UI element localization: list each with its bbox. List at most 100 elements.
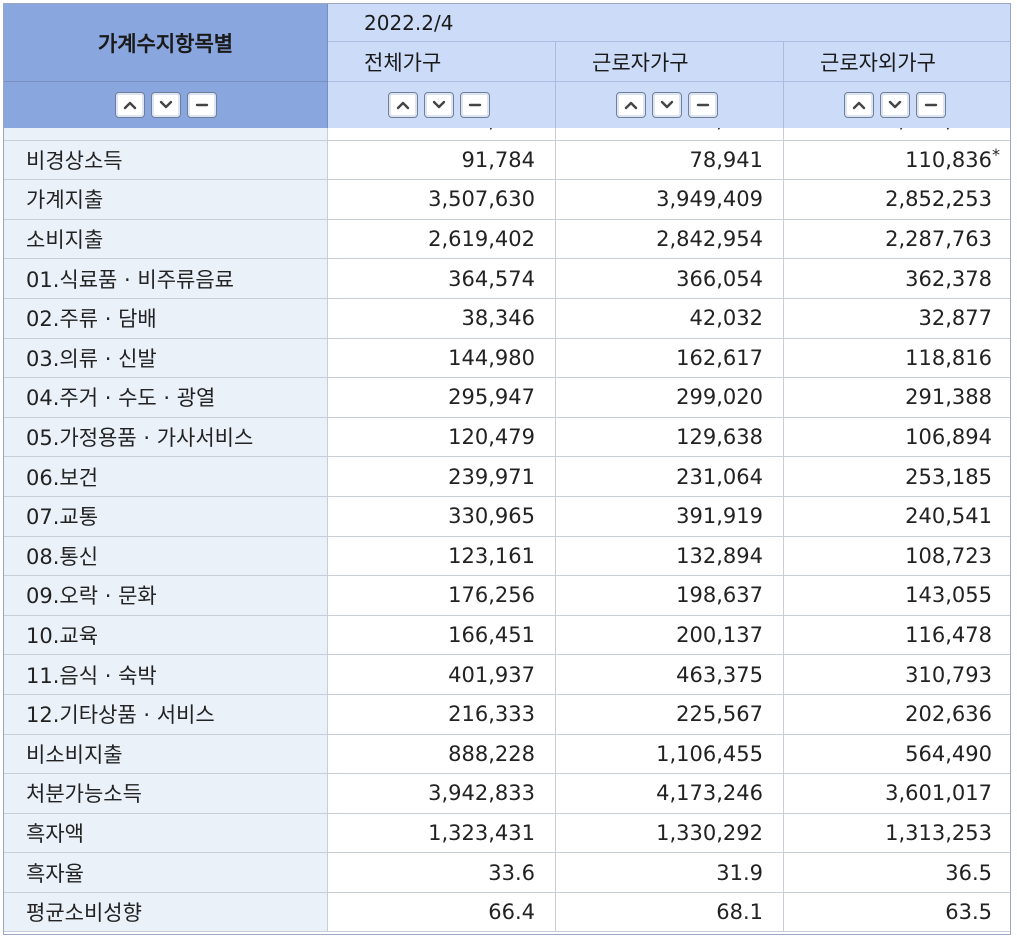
sort-up-button[interactable] bbox=[616, 92, 646, 118]
table-row: 처분가능소득 3,942,833 4,173,246 3,601,017 bbox=[4, 774, 1010, 814]
cell-value: 33.6 bbox=[488, 860, 535, 885]
cell-value: 463,375 bbox=[676, 662, 763, 687]
row-label: 03.의류 · 신발 bbox=[4, 338, 328, 378]
cell: 1,313,253 bbox=[784, 814, 1010, 853]
sort-down-button[interactable] bbox=[880, 92, 910, 118]
cell-value: 291,388 bbox=[905, 385, 992, 410]
cell: 42,032 bbox=[556, 298, 784, 338]
cell: 362,378 bbox=[784, 259, 1010, 298]
stub-remove-button[interactable] bbox=[186, 92, 217, 118]
column-header-label: 근로자외가구 bbox=[820, 50, 936, 75]
cell: 110,836 * bbox=[784, 141, 1010, 180]
cell: 32,877 bbox=[784, 299, 1010, 338]
cell-value: 2,619,402 bbox=[428, 227, 535, 252]
cell: 401,937 bbox=[328, 655, 556, 694]
stub-sort-down-button[interactable] bbox=[150, 92, 181, 118]
cell-value: 3,601,017 bbox=[885, 781, 992, 806]
cell: 2,619,402 bbox=[328, 219, 556, 259]
cell-value: 110,836 bbox=[905, 147, 992, 172]
row-label: 02.주류 · 담배 bbox=[4, 298, 328, 338]
cell-value: 310,793 bbox=[905, 662, 992, 687]
cell-value: 198,637 bbox=[676, 583, 763, 608]
remove-column-button[interactable] bbox=[460, 92, 490, 118]
cell: 66.4 bbox=[328, 892, 556, 932]
sort-down-button[interactable] bbox=[424, 92, 454, 118]
chevron-up-icon bbox=[396, 101, 410, 110]
cell-value: 401,937 bbox=[448, 662, 535, 687]
sort-up-button[interactable] bbox=[844, 92, 874, 118]
table-row: 흑자율 33.6 31.9 36.5 bbox=[4, 853, 1010, 893]
cell-value: 120,479 bbox=[448, 425, 535, 450]
cell: 144,980 bbox=[328, 338, 556, 378]
cell-value: 1,330,292 bbox=[656, 820, 763, 845]
cell: 78,941 bbox=[556, 140, 784, 180]
cell-value: 330,965 bbox=[448, 504, 535, 529]
column-controls-worker-households bbox=[556, 82, 784, 128]
cell: 202,636 bbox=[784, 695, 1010, 734]
cell: 295,947 bbox=[328, 378, 556, 417]
cell: 176,256 bbox=[328, 576, 556, 615]
cell-value: 216,333 bbox=[448, 702, 535, 727]
cell: 3,601,017 bbox=[784, 774, 1010, 813]
cell-value: 144,980 bbox=[448, 345, 535, 370]
cell: 216,333 bbox=[328, 694, 556, 734]
footnote-mark: * bbox=[992, 144, 1000, 164]
table-row: 흑자액 1,323,431 1,330,292 1,313,253 bbox=[4, 813, 1010, 854]
cell-value: 299,020 bbox=[676, 385, 763, 410]
cell: 200,137 bbox=[556, 615, 784, 655]
cell-value: 3,507,630 bbox=[428, 187, 535, 212]
row-label: 소비지출 bbox=[4, 219, 328, 259]
cell: 564,490 bbox=[784, 735, 1010, 774]
cell-value: 129,638 bbox=[676, 425, 763, 450]
cell: 31.9 bbox=[556, 853, 784, 892]
cell-value: 253,185 bbox=[905, 464, 992, 489]
cell: 1,330,292 bbox=[556, 813, 784, 853]
column-controls-non-worker-households bbox=[784, 82, 1010, 128]
cell: 1,323,431 bbox=[328, 813, 556, 853]
cell-value: 202,636 bbox=[905, 702, 992, 727]
cell-value: 123,161 bbox=[448, 543, 535, 568]
table-row: 소비지출 2,619,402 2,842,954 2,287,763 bbox=[4, 219, 1010, 260]
cell: 364,574 bbox=[328, 259, 556, 298]
cell-value: 108,723 bbox=[905, 543, 992, 568]
table-row: 05.가정용품 · 가사서비스 120,479 129,638 106,894 bbox=[4, 417, 1010, 458]
cell-value: 143,055 bbox=[905, 583, 992, 608]
cell-value: 2,842,954 bbox=[656, 227, 763, 252]
table-row: 02.주류 · 담배 38,346 42,032 32,877 bbox=[4, 298, 1010, 339]
cell-value: 362,378 bbox=[905, 266, 992, 291]
cell: 240,541 bbox=[784, 497, 1010, 536]
table-body: 338,257 321,546 1,444,160 비경상소득91,78478,… bbox=[4, 101, 1010, 933]
cell-value: 1,106,455 bbox=[656, 741, 763, 766]
table-row: 비소비지출 888,228 1,106,455 564,490 bbox=[4, 734, 1010, 775]
cell: 1,106,455 bbox=[556, 734, 784, 774]
cell-value: 888,228 bbox=[448, 741, 535, 766]
table-row: 07.교통 330,965 391,919 240,541 bbox=[4, 496, 1010, 537]
cell-value: 38,346 bbox=[461, 306, 535, 331]
row-label: 10.교육 bbox=[4, 615, 328, 655]
chevron-down-icon bbox=[888, 100, 902, 109]
row-label: 비경상소득 bbox=[4, 140, 328, 180]
data-grid: 가계수지항목별 2022.2/4 전체가구 근로자가구 근로자외가구 비경상소득… bbox=[3, 3, 1011, 935]
remove-column-button[interactable] bbox=[916, 92, 946, 118]
table-row: 01.식료품 · 비주류음료 364,574 366,054 362,378 bbox=[4, 259, 1010, 299]
cell: 91,784 bbox=[328, 140, 556, 180]
cell-value: 106,894 bbox=[905, 425, 992, 450]
minus-icon bbox=[468, 103, 482, 107]
row-label: 04.주거 · 수도 · 광열 bbox=[4, 378, 328, 417]
cell-value: 63.5 bbox=[945, 900, 992, 925]
sort-down-button[interactable] bbox=[652, 92, 682, 118]
row-label: 01.식료품 · 비주류음료 bbox=[4, 259, 328, 298]
cell-value: 42,032 bbox=[689, 306, 763, 331]
chevron-up-icon bbox=[123, 101, 136, 110]
remove-column-button[interactable] bbox=[688, 92, 718, 118]
cell: 33.6 bbox=[328, 853, 556, 892]
stub-sort-up-button[interactable] bbox=[114, 92, 145, 118]
cell: 38,346 bbox=[328, 298, 556, 338]
cell-value: 68.1 bbox=[716, 900, 763, 925]
sort-up-button[interactable] bbox=[388, 92, 418, 118]
cell-value: 4,173,246 bbox=[656, 781, 763, 806]
row-label: 비소비지출 bbox=[4, 734, 328, 774]
cell-value: 32,877 bbox=[918, 306, 992, 331]
row-label: 처분가능소득 bbox=[4, 774, 328, 813]
cell: 391,919 bbox=[556, 496, 784, 536]
